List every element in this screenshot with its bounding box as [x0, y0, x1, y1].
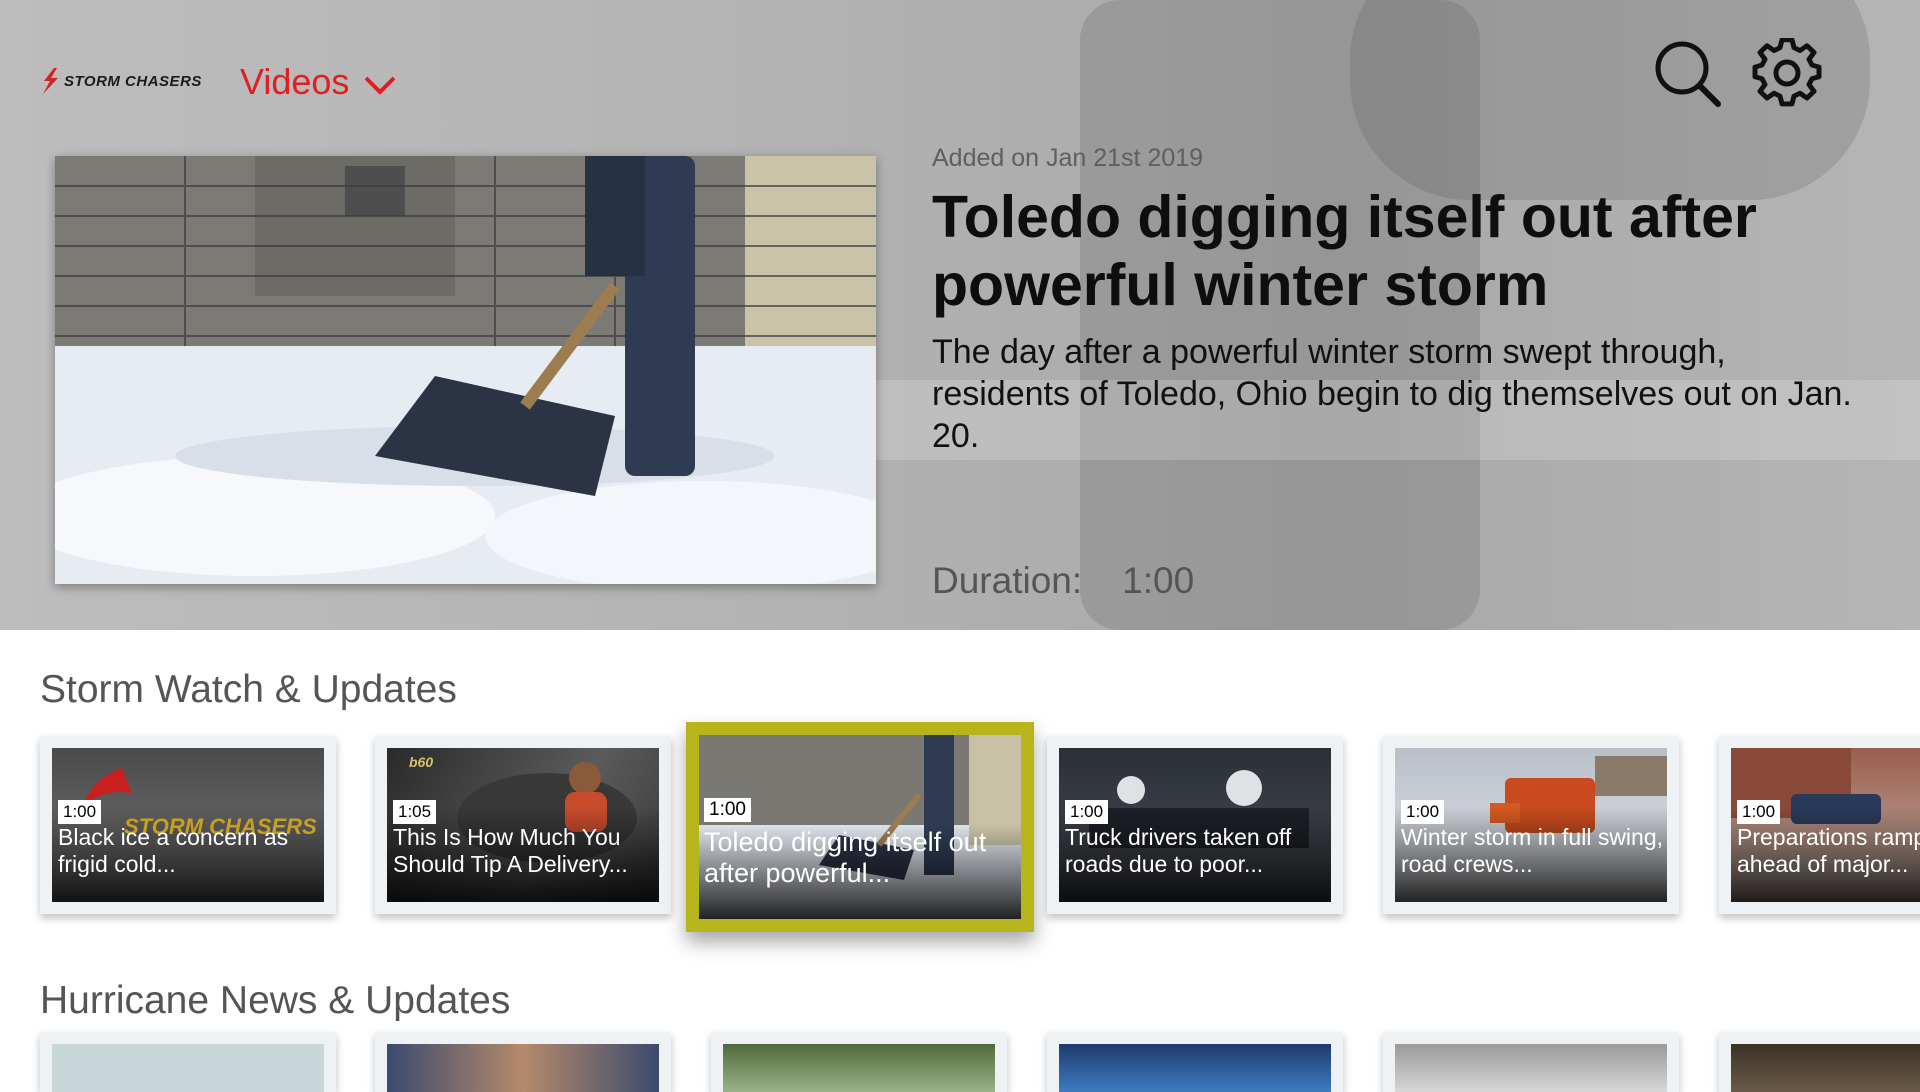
video-card[interactable]	[1719, 1032, 1920, 1092]
video-card[interactable]	[1047, 1032, 1343, 1092]
card-thumbnail	[1731, 1044, 1920, 1092]
hero-title: Toledo digging itself out after powerful…	[932, 184, 1757, 318]
video-card[interactable]	[375, 1032, 671, 1092]
chevron-down-icon	[365, 76, 396, 95]
card-duration: 1:05	[393, 800, 437, 824]
duration-value: 1:00	[1122, 560, 1195, 601]
card-duration: 1:00	[1065, 800, 1109, 824]
card-duration: 1:00	[1737, 800, 1781, 824]
app-logo: STORM CHASERS	[40, 66, 202, 96]
card-duration: 1:00	[58, 800, 102, 824]
video-card[interactable]	[40, 1032, 336, 1092]
hero-thumbnail-image	[55, 156, 876, 584]
hero-description: The day after a powerful winter storm sw…	[932, 333, 1852, 455]
card-thumbnail	[723, 1044, 995, 1092]
card-thumbnail	[387, 1044, 659, 1092]
hero-section: STORM CHASERS Videos Added on Jan 21st 2…	[0, 0, 1920, 630]
video-card-focused[interactable]: 1:00 Toledo digging itself out after pow…	[686, 722, 1034, 932]
card-thumbnail	[1395, 1044, 1667, 1092]
hero-video-thumbnail[interactable]	[55, 156, 876, 584]
card-duration: 1:00	[1401, 800, 1445, 824]
card-title: Winter storm in full swing, road crews..…	[1401, 824, 1664, 877]
videos-menu-dropdown[interactable]: Videos	[240, 58, 397, 106]
card-title: Truck drivers taken off roads due to poo…	[1065, 824, 1292, 877]
hero-details: Added on Jan 21st 2019 Toledo digging it…	[932, 144, 1872, 457]
card-title: Black ice a concern as frigid cold...	[58, 824, 289, 877]
hero-added-date: Added on Jan 21st 2019	[932, 144, 1204, 172]
video-card[interactable]: STORM CHASERS 1:00 Black ice a concern a…	[40, 736, 336, 914]
hero-duration: Duration: 1:00	[932, 560, 1194, 602]
card-title: This Is How Much You Should Tip A Delive…	[393, 824, 628, 877]
channel-badge: b60	[409, 754, 434, 770]
video-card[interactable]: 1:00 Truck drivers taken off roads due t…	[1047, 736, 1343, 914]
card-duration: 1:00	[704, 798, 751, 822]
card-title: Preparations ramp up ahead of major...	[1737, 824, 1920, 877]
gear-icon[interactable]	[1752, 38, 1822, 108]
storm-logo-icon	[43, 68, 58, 94]
video-card[interactable]: 1:00 Preparations ramp up ahead of major…	[1719, 736, 1920, 914]
card-title: Toledo digging itself out after powerful…	[704, 827, 987, 888]
video-card[interactable]: 1:00 Winter storm in full swing, road cr…	[1383, 736, 1679, 914]
video-card[interactable]	[1383, 1032, 1679, 1092]
row-title-storm-watch: Storm Watch & Updates	[40, 668, 457, 711]
videos-menu-label: Videos	[240, 61, 350, 102]
duration-label: Duration:	[932, 560, 1083, 601]
logo-text: STORM CHASERS	[64, 72, 202, 90]
card-thumbnail	[1059, 1044, 1331, 1092]
row-title-hurricane-news: Hurricane News & Updates	[40, 979, 511, 1022]
top-bar: STORM CHASERS Videos	[0, 0, 1920, 160]
search-icon[interactable]	[1652, 38, 1722, 108]
video-card[interactable]: b60 1:05 This Is How Much You Should Tip…	[375, 736, 671, 914]
video-card[interactable]	[711, 1032, 1007, 1092]
card-thumbnail	[52, 1044, 324, 1092]
